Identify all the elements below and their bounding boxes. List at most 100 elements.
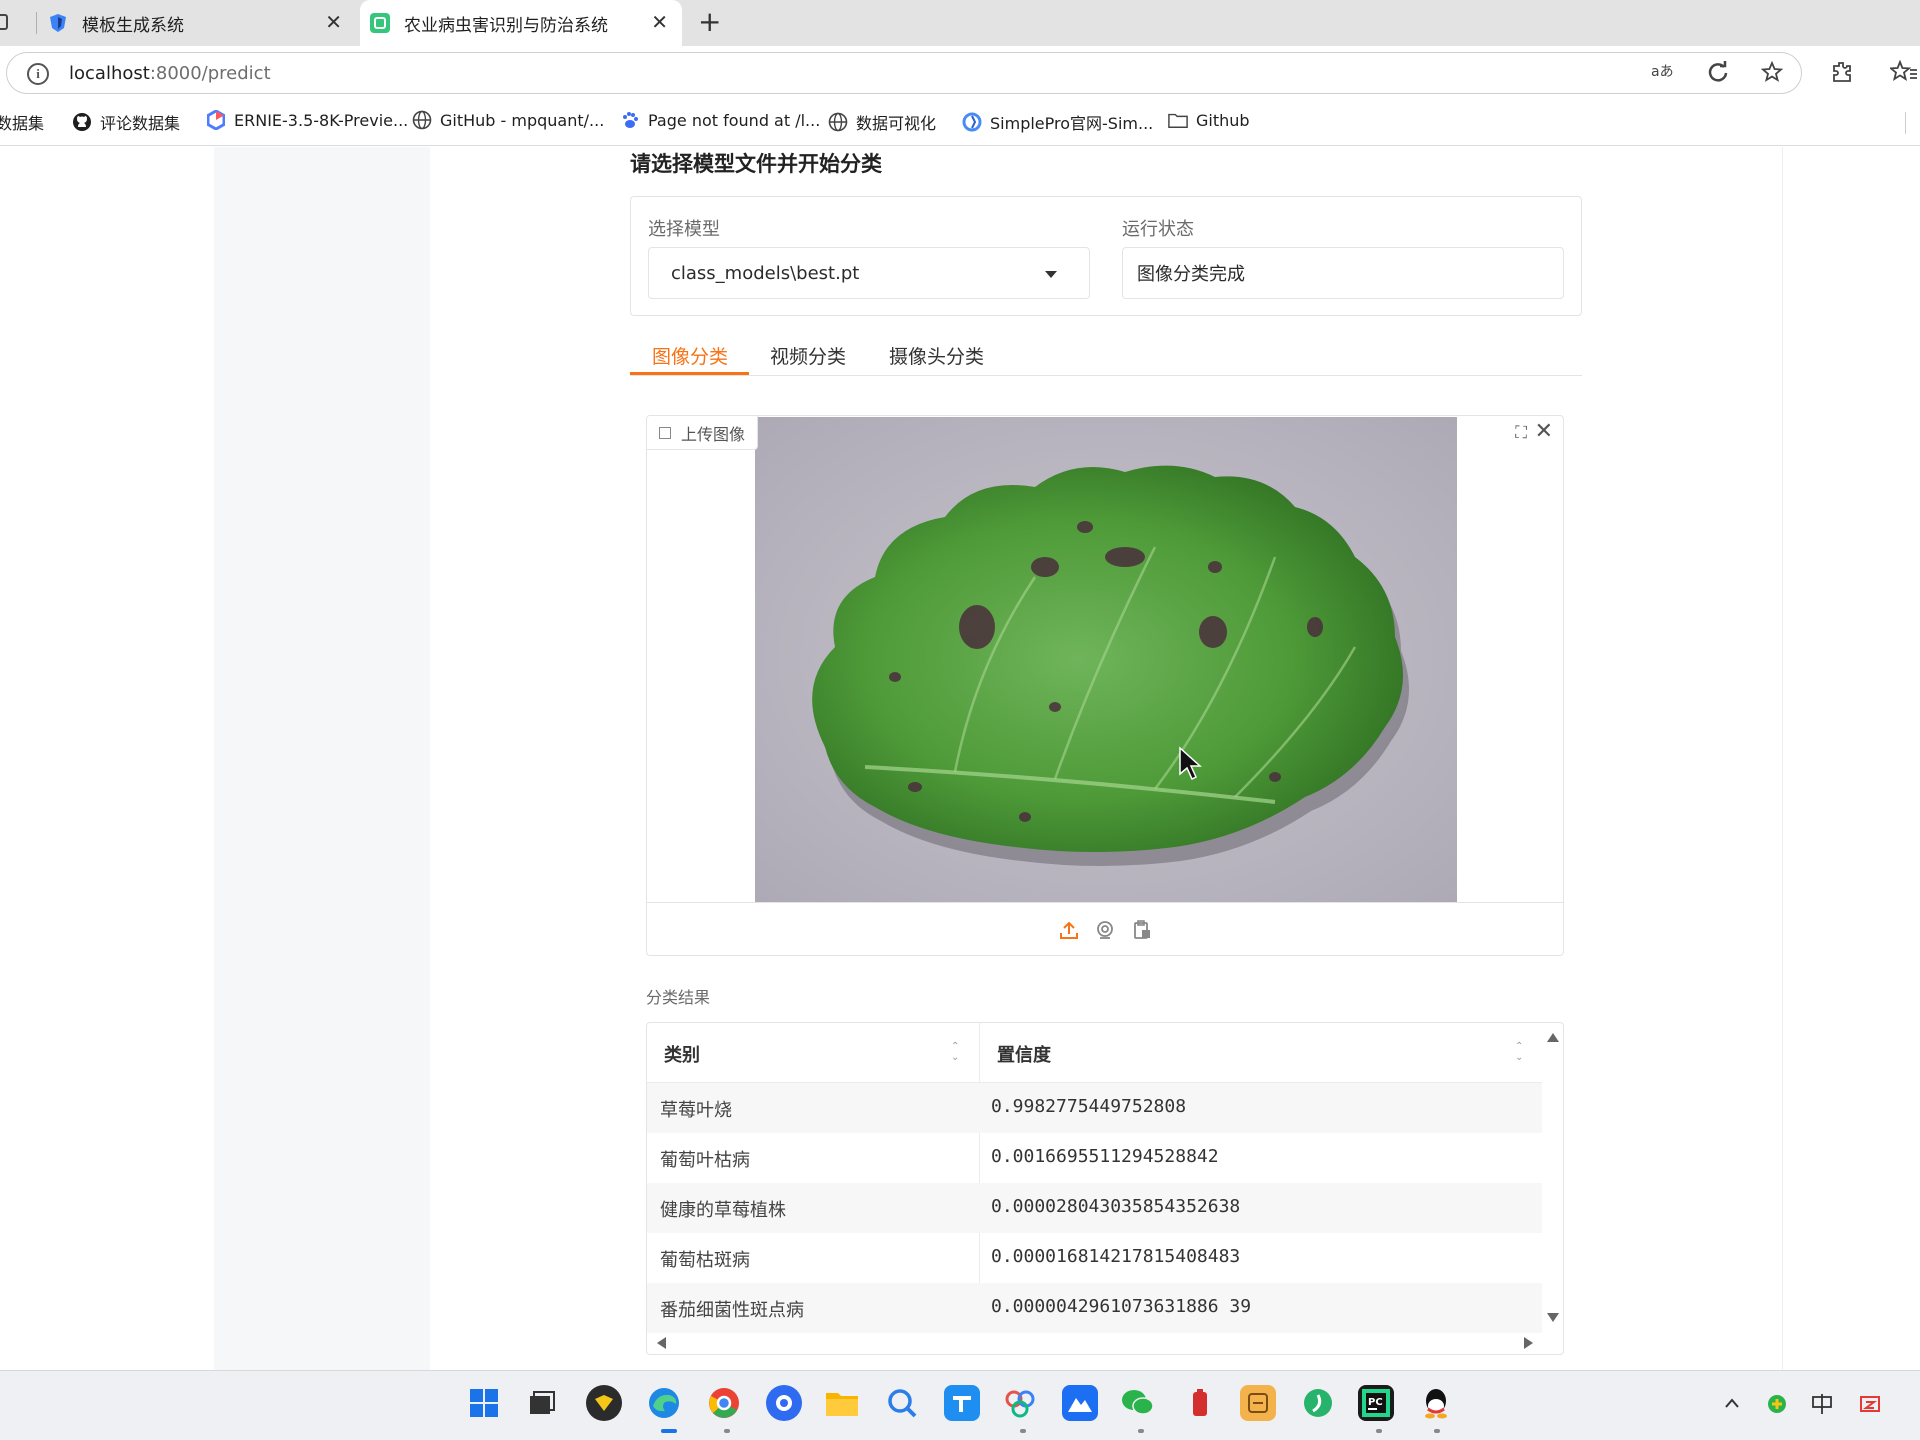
- page-margin: [0, 147, 214, 1370]
- pycharm-icon[interactable]: PC: [1358, 1385, 1394, 1421]
- cell-category: 葡萄叶枯病: [660, 1150, 750, 1171]
- table-row[interactable]: 草莓叶烧 0.9982775449752808: [647, 1083, 1542, 1133]
- close-tab-icon[interactable]: ✕: [651, 12, 668, 32]
- address-bar[interactable]: i localhost:8000/predict aあ: [6, 52, 1802, 94]
- network-app-icon[interactable]: [1002, 1385, 1038, 1421]
- status-value: 图像分类完成: [1137, 264, 1245, 285]
- notes-app-icon[interactable]: [1240, 1385, 1276, 1421]
- table-row[interactable]: 健康的草莓植株 0.000028043035854352638: [647, 1183, 1542, 1233]
- tray-app-icon[interactable]: [1766, 1393, 1788, 1420]
- classification-tabs: 图像分类 视频分类 摄像头分类: [630, 330, 1582, 376]
- model-select[interactable]: class_models\best.pt: [648, 247, 1090, 299]
- fullscreen-icon[interactable]: ⛶: [1515, 423, 1527, 443]
- sort-icon[interactable]: ⌃ ⌄: [1515, 1041, 1523, 1063]
- edge-browser-icon[interactable]: [646, 1385, 682, 1421]
- scroll-left-arrow[interactable]: [657, 1337, 666, 1349]
- table-row[interactable]: 葡萄枯斑病 0.000016814217815408483: [647, 1233, 1542, 1283]
- close-tab-icon[interactable]: ✕: [325, 12, 342, 32]
- extensions-icon[interactable]: [1830, 60, 1854, 90]
- model-label: 选择模型: [648, 219, 720, 240]
- bookmark-simplepro[interactable]: SimplePro官网-Sim...: [962, 110, 1153, 134]
- tab-image-classification[interactable]: 图像分类: [652, 342, 728, 369]
- clipboard-icon[interactable]: [1131, 919, 1153, 941]
- sort-icon[interactable]: ⌃ ⌄: [951, 1041, 959, 1063]
- favorite-star-icon[interactable]: [1760, 60, 1784, 88]
- refresh-tab-icon[interactable]: [1707, 61, 1729, 88]
- scroll-down-arrow[interactable]: [1547, 1313, 1559, 1322]
- table-row[interactable]: 葡萄叶枯病 0.0016695511294528842: [647, 1133, 1542, 1183]
- cell-category: 健康的草莓植株: [660, 1200, 786, 1221]
- close-icon[interactable]: ✕: [1535, 419, 1553, 444]
- tab-camera-classification[interactable]: 摄像头分类: [889, 342, 984, 369]
- cell-category: 葡萄枯斑病: [660, 1250, 750, 1271]
- input-method-icon[interactable]: [1810, 1393, 1834, 1420]
- browser-tab-pest-system[interactable]: 农业病虫害识别与防治系统 ✕: [360, 0, 682, 46]
- browser-tab-template-system[interactable]: 模板生成系统 ✕: [36, 0, 356, 46]
- simplepro-icon: [962, 112, 982, 132]
- globe-icon: [412, 110, 432, 130]
- bookmark-github-folder[interactable]: Github: [1168, 110, 1250, 130]
- cell-category: 番茄细菌性斑点病: [660, 1300, 804, 1321]
- bookmarks-bar: 数据集 评论数据集 ERNIE-3.5-8K-Previe... GitHub …: [0, 104, 1920, 140]
- red-app-icon[interactable]: [1182, 1385, 1218, 1421]
- cell-confidence: 0.0000042961073631886 39: [991, 1296, 1252, 1317]
- bookmark-ernie[interactable]: ERNIE-3.5-8K-Previe...: [206, 110, 408, 130]
- table-header: 类别 ⌃ ⌄ 置信度 ⌃ ⌄: [647, 1023, 1542, 1083]
- app-logo-icon: [370, 13, 390, 33]
- image-icon: [659, 427, 671, 439]
- cell-confidence: 0.000016814217815408483: [991, 1246, 1241, 1267]
- mountain-app-icon[interactable]: [1062, 1385, 1098, 1421]
- active-app-indicator: [661, 1429, 677, 1433]
- bookmark-data-visualization[interactable]: 数据可视化: [828, 110, 936, 134]
- result-table[interactable]: 类别 ⌃ ⌄ 置信度 ⌃ ⌄ 草莓叶烧 0.9982775449752808 葡萄叶…: [646, 1022, 1564, 1355]
- tab-actions-icon[interactable]: [0, 14, 8, 30]
- bookmark-datasets[interactable]: 数据集: [0, 110, 44, 134]
- url-text[interactable]: localhost:8000/predict: [69, 63, 271, 84]
- globe-icon: [828, 112, 848, 132]
- new-tab-icon[interactable]: +: [698, 8, 721, 36]
- tab-video-classification[interactable]: 视频分类: [770, 342, 846, 369]
- site-info-icon[interactable]: i: [27, 63, 49, 85]
- chat-app-icon[interactable]: [766, 1385, 802, 1421]
- file-explorer-icon[interactable]: [824, 1385, 860, 1421]
- bookmark-page-not-found[interactable]: Page not found at /l...: [620, 110, 820, 130]
- task-view-icon[interactable]: [524, 1385, 560, 1421]
- upload-image-label: 上传图像: [647, 416, 759, 450]
- wechat-icon[interactable]: [1120, 1385, 1156, 1421]
- scroll-up-arrow[interactable]: [1547, 1033, 1559, 1042]
- svg-text:aあ: aあ: [1651, 64, 1674, 80]
- chevron-down-icon: [1045, 271, 1057, 278]
- svg-text:PC: PC: [1368, 1397, 1383, 1408]
- search-app-icon[interactable]: [884, 1385, 920, 1421]
- paw-icon: [620, 110, 640, 130]
- vpn-app-icon[interactable]: [586, 1385, 622, 1421]
- favorites-icon[interactable]: [1888, 59, 1918, 90]
- translate-icon[interactable]: aあ: [1651, 61, 1675, 86]
- status-field: 图像分类完成: [1122, 247, 1564, 299]
- page-gutter-right: [1782, 147, 1920, 1370]
- ernie-icon: [206, 110, 226, 130]
- upload-icon[interactable]: [1058, 919, 1080, 941]
- running-indicator: [724, 1429, 730, 1433]
- tab-title: 模板生成系统: [82, 15, 184, 36]
- scroll-right-arrow[interactable]: [1524, 1337, 1533, 1349]
- bookmark-github-mpquant[interactable]: GitHub - mpquant/...: [412, 110, 604, 130]
- chrome-icon[interactable]: [706, 1385, 742, 1421]
- green-app-icon[interactable]: [1300, 1385, 1336, 1421]
- running-indicator: [1138, 1429, 1144, 1433]
- model-settings-panel: 选择模型 class_models\best.pt 运行状态 图像分类完成: [630, 196, 1582, 316]
- qq-icon[interactable]: [1418, 1385, 1454, 1421]
- table-row[interactable]: 番茄细菌性斑点病 0.0000042961073631886 39: [647, 1283, 1542, 1333]
- column-header-category[interactable]: 类别: [664, 1041, 700, 1067]
- image-upload-area[interactable]: 上传图像 ⛶ ✕: [646, 415, 1564, 956]
- sogou-ime-icon[interactable]: [1858, 1393, 1882, 1420]
- column-header-confidence[interactable]: 置信度: [997, 1041, 1051, 1067]
- webcam-icon[interactable]: [1094, 919, 1116, 941]
- uploaded-leaf-image: [755, 417, 1457, 902]
- bookmark-comment-datasets[interactable]: 评论数据集: [72, 110, 180, 134]
- windows-start-icon[interactable]: [466, 1385, 502, 1421]
- show-hidden-icons-chevron-icon[interactable]: [1724, 1393, 1740, 1414]
- feishu-icon[interactable]: [944, 1385, 980, 1421]
- folder-icon: [1168, 110, 1188, 130]
- model-select-value: class_models\best.pt: [671, 262, 860, 284]
